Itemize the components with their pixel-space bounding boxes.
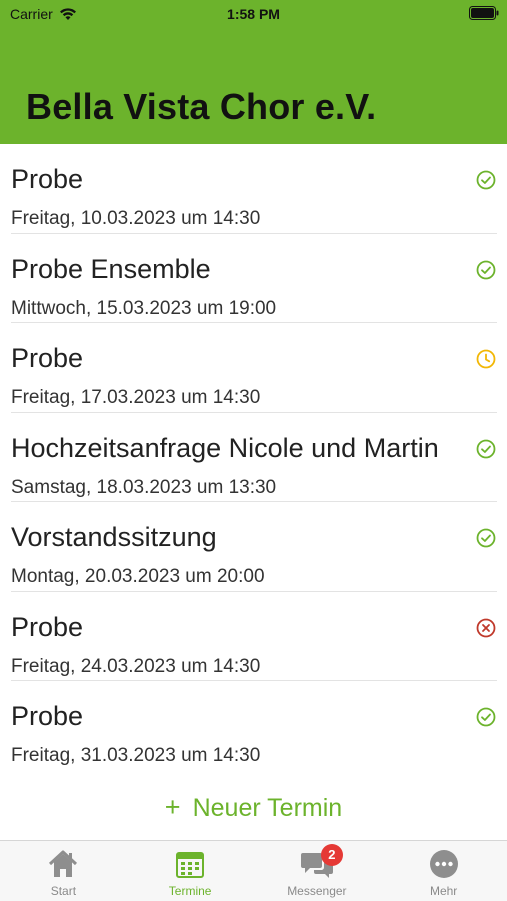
check-circle-icon — [476, 170, 496, 190]
event-row[interactable]: Probe Freitag, 10.03.2023 um 14:30 — [0, 144, 507, 234]
notification-badge: 2 — [320, 844, 343, 866]
tab-mehr[interactable]: Mehr — [380, 841, 507, 901]
clock-icon — [476, 349, 496, 369]
calendar-icon — [173, 847, 207, 881]
event-date: Mittwoch, 15.03.2023 um 19:00 — [11, 297, 277, 319]
tab-label: Start — [50, 884, 77, 898]
tab-label: Mehr — [429, 884, 458, 898]
new-event-label: Neuer Termin — [192, 794, 343, 822]
new-event-button[interactable]: + Neuer Termin — [0, 792, 507, 823]
status-bar: Carrier 1:58 PM — [0, 0, 507, 30]
event-row[interactable]: Vorstandssitzung Montag, 20.03.2023 um 2… — [0, 502, 507, 592]
event-row[interactable]: Probe Freitag, 24.03.2023 um 14:30 — [0, 592, 507, 681]
tab-messenger[interactable]: 2 Messenger — [254, 841, 381, 901]
event-title: Probe — [11, 611, 84, 642]
event-title: Vorstandssitzung — [11, 522, 217, 552]
app-header: Carrier 1:58 PM Bella Vista Chor e.V. — [0, 0, 507, 144]
check-circle-icon — [476, 260, 496, 280]
tab-label: Messenger — [287, 884, 347, 898]
event-date: Freitag, 24.03.2023 um 14:30 — [11, 655, 261, 677]
event-row[interactable]: Probe Freitag, 17.03.2023 um 14:30 — [0, 323, 507, 413]
more-icon — [427, 847, 461, 881]
event-row[interactable]: Hochzeitsanfrage Nicole und Martin Samst… — [0, 413, 507, 502]
event-row[interactable]: Probe Freitag, 31.03.2023 um 14:30 — [0, 681, 507, 771]
home-icon — [46, 847, 80, 881]
check-circle-icon — [476, 528, 496, 548]
x-circle-icon — [476, 618, 496, 638]
check-circle-icon — [476, 439, 496, 459]
event-date: Freitag, 10.03.2023 um 14:30 — [11, 208, 261, 229]
tab-start[interactable]: Start — [0, 841, 127, 901]
page-title: Bella Vista Chor e.V. — [26, 86, 377, 127]
clock: 1:58 PM — [227, 6, 280, 22]
event-title: Probe — [11, 343, 84, 373]
tab-label: Termine — [168, 884, 212, 898]
event-title: Probe — [11, 164, 84, 194]
tab-termine[interactable]: Termine — [127, 841, 254, 901]
event-title: Hochzeitsanfrage Nicole und Martin — [11, 432, 439, 463]
check-circle-icon — [476, 707, 496, 727]
event-list: Probe Freitag, 10.03.2023 um 14:30 Probe… — [0, 144, 507, 771]
event-date: Samstag, 18.03.2023 um 13:30 — [11, 476, 277, 498]
event-date: Montag, 20.03.2023 um 20:00 — [11, 566, 265, 587]
tab-bar: Start Termine 2 Messenger Mehr — [0, 840, 507, 901]
event-row[interactable]: Probe Ensemble Mittwoch, 15.03.2023 um 1… — [0, 234, 507, 323]
battery-icon — [469, 6, 499, 20]
event-date: Freitag, 31.03.2023 um 14:30 — [11, 745, 261, 766]
event-date: Freitag, 17.03.2023 um 14:30 — [11, 387, 261, 408]
event-title: Probe Ensemble — [11, 253, 211, 284]
plus-icon: + — [164, 792, 181, 822]
event-title: Probe — [11, 701, 84, 731]
